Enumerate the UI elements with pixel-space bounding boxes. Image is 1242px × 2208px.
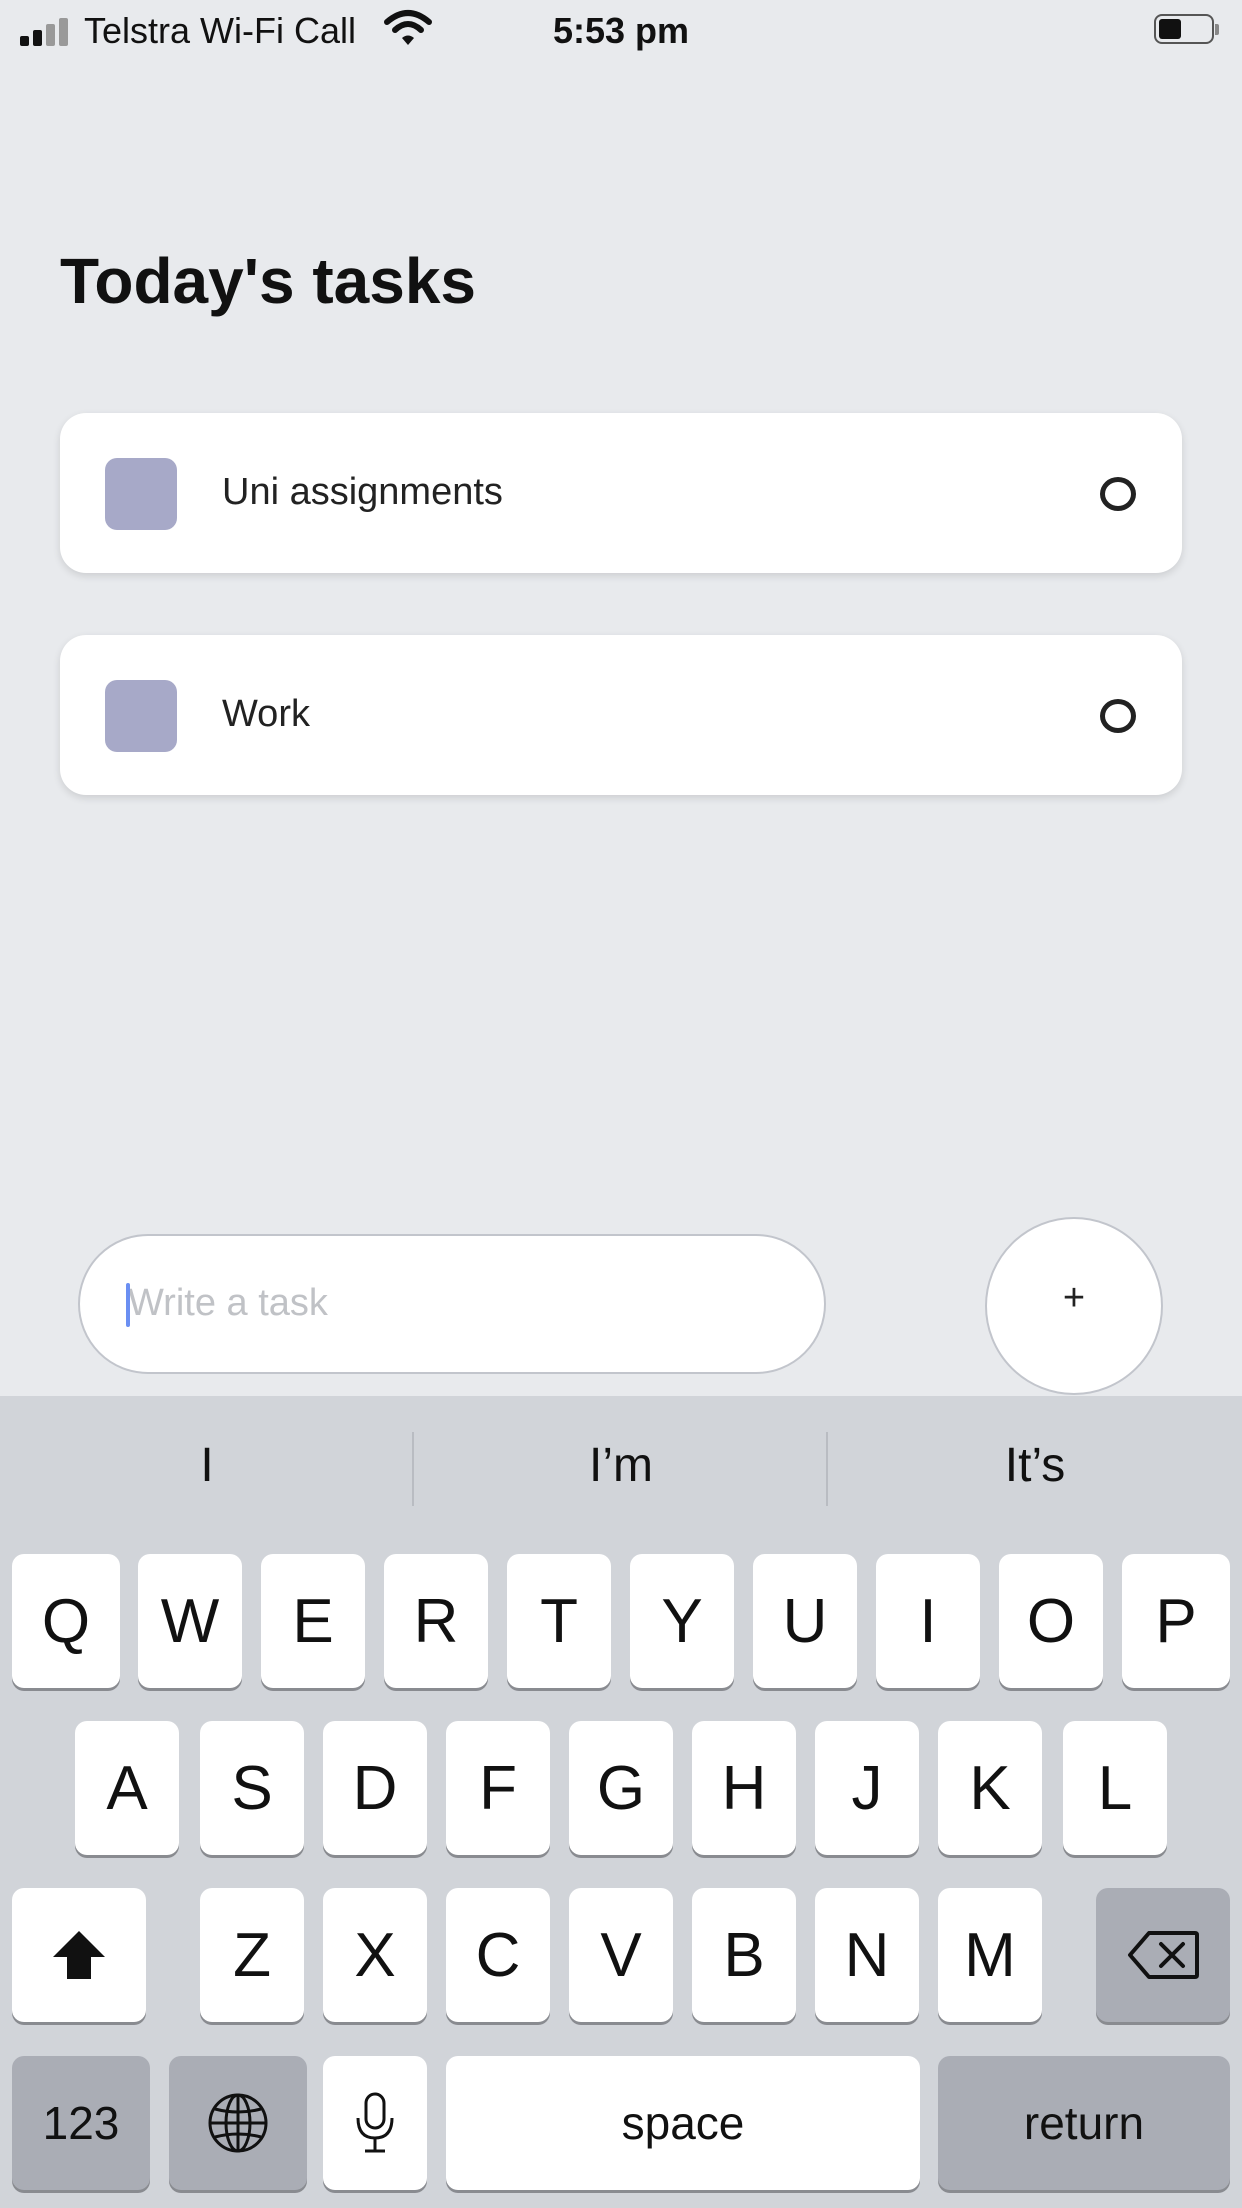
backspace-icon bbox=[1128, 1931, 1199, 1979]
suggestion-1[interactable]: I bbox=[0, 1438, 414, 1493]
return-key[interactable]: return bbox=[938, 2056, 1230, 2190]
key-i[interactable]: I bbox=[876, 1554, 980, 1688]
key-f[interactable]: F bbox=[446, 1721, 550, 1855]
key-d[interactable]: D bbox=[323, 1721, 427, 1855]
key-o[interactable]: O bbox=[999, 1554, 1103, 1688]
suggestion-3[interactable]: It’s bbox=[828, 1438, 1242, 1493]
task-item[interactable]: Uni assignments bbox=[60, 413, 1182, 573]
key-e[interactable]: E bbox=[261, 1554, 365, 1688]
key-q[interactable]: Q bbox=[12, 1554, 120, 1688]
key-k[interactable]: K bbox=[938, 1721, 1042, 1855]
key-y[interactable]: Y bbox=[630, 1554, 734, 1688]
globe-icon bbox=[208, 2093, 268, 2153]
task-status-circle-icon[interactable] bbox=[1100, 477, 1136, 511]
keyboard: I I’m It’s Q W E R T Y U I O P A S D F G… bbox=[0, 1396, 1242, 2208]
key-x[interactable]: X bbox=[323, 1888, 427, 2022]
status-time: 5:53 pm bbox=[552, 10, 690, 51]
task-item[interactable]: Work bbox=[60, 635, 1182, 795]
key-n[interactable]: N bbox=[815, 1888, 919, 2022]
key-v[interactable]: V bbox=[569, 1888, 673, 2022]
key-g[interactable]: G bbox=[569, 1721, 673, 1855]
page-title: Today's tasks bbox=[60, 245, 476, 317]
battery-icon bbox=[1154, 14, 1220, 46]
add-task-button[interactable]: + bbox=[985, 1217, 1163, 1395]
key-r[interactable]: R bbox=[384, 1554, 488, 1688]
globe-key[interactable] bbox=[169, 2056, 307, 2190]
shift-key[interactable] bbox=[12, 1888, 146, 2022]
task-label: Work bbox=[222, 693, 310, 735]
suggestion-2[interactable]: I’m bbox=[414, 1438, 828, 1493]
key-u[interactable]: U bbox=[753, 1554, 857, 1688]
microphone-icon bbox=[356, 2092, 394, 2153]
task-input-placeholder: Write a task bbox=[128, 1282, 328, 1324]
key-a[interactable]: A bbox=[75, 1721, 179, 1855]
numbers-key[interactable]: 123 bbox=[12, 2056, 150, 2190]
shift-icon bbox=[53, 1931, 105, 1979]
add-task-label: + bbox=[1062, 1277, 1086, 1319]
task-square-icon bbox=[105, 458, 177, 530]
key-b[interactable]: B bbox=[692, 1888, 796, 2022]
key-h[interactable]: H bbox=[692, 1721, 796, 1855]
key-t[interactable]: T bbox=[507, 1554, 611, 1688]
backspace-key[interactable] bbox=[1096, 1888, 1230, 2022]
status-bar: Telstra Wi-Fi Call 5:53 pm bbox=[0, 0, 1242, 64]
key-s[interactable]: S bbox=[200, 1721, 304, 1855]
key-j[interactable]: J bbox=[815, 1721, 919, 1855]
space-key[interactable]: space bbox=[446, 2056, 920, 2190]
key-w[interactable]: W bbox=[138, 1554, 242, 1688]
key-l[interactable]: L bbox=[1063, 1721, 1167, 1855]
task-status-circle-icon[interactable] bbox=[1100, 699, 1136, 733]
task-label: Uni assignments bbox=[222, 471, 503, 513]
key-p[interactable]: P bbox=[1122, 1554, 1230, 1688]
key-m[interactable]: M bbox=[938, 1888, 1042, 2022]
key-c[interactable]: C bbox=[446, 1888, 550, 2022]
key-z[interactable]: Z bbox=[200, 1888, 304, 2022]
text-caret bbox=[126, 1283, 130, 1327]
task-square-icon bbox=[105, 680, 177, 752]
microphone-key[interactable] bbox=[323, 2056, 427, 2190]
